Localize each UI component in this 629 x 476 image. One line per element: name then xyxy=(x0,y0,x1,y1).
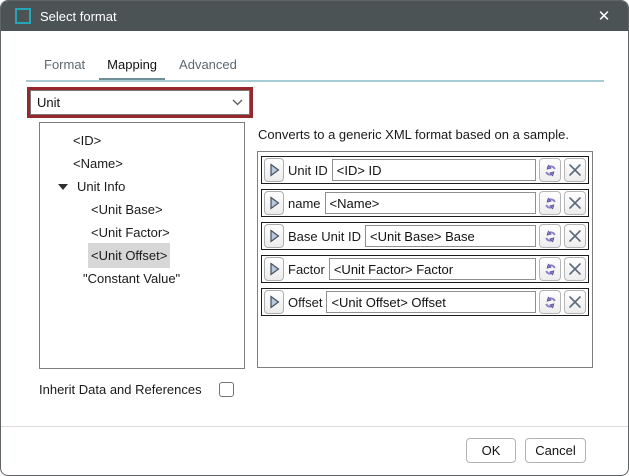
tab-mapping[interactable]: Mapping xyxy=(99,53,165,76)
delete-x-icon xyxy=(568,229,582,243)
map-sync-button[interactable] xyxy=(539,224,561,248)
map-delete-button[interactable] xyxy=(564,158,586,182)
play-triangle-icon xyxy=(269,229,280,243)
mapping-row-label: Factor xyxy=(288,262,325,277)
expand-row-button[interactable] xyxy=(264,158,284,182)
map-sync-button[interactable] xyxy=(539,257,561,281)
inherit-row: Inherit Data and References xyxy=(39,382,234,397)
delete-x-icon xyxy=(568,196,582,210)
map-delete-button[interactable] xyxy=(564,191,586,215)
tree-item-label: <Name> xyxy=(70,151,126,176)
mapping-row-label: Unit ID xyxy=(288,163,328,178)
tab-format[interactable]: Format xyxy=(36,53,93,76)
sync-mapping-icon xyxy=(543,262,558,277)
tree-item[interactable]: <Unit Factor> xyxy=(40,221,244,244)
map-delete-button[interactable] xyxy=(564,257,586,281)
select-format-dialog: Select format ✕ Format Mapping Advanced … xyxy=(0,0,629,476)
tree-item-label: Unit Info xyxy=(74,174,128,199)
tree-item-label: "Constant Value" xyxy=(80,266,183,291)
expand-row-button[interactable] xyxy=(264,191,284,215)
mapping-value-input[interactable] xyxy=(326,291,536,313)
mapping-row: Base Unit ID xyxy=(261,222,589,250)
footer-divider xyxy=(1,426,628,427)
map-delete-button[interactable] xyxy=(564,224,586,248)
tree-item-label: <Unit Base> xyxy=(88,197,166,222)
sync-mapping-icon xyxy=(543,163,558,178)
mapping-value-input[interactable] xyxy=(365,225,536,247)
delete-x-icon xyxy=(568,295,582,309)
sync-mapping-icon xyxy=(543,196,558,211)
play-triangle-icon xyxy=(269,295,280,309)
sync-mapping-icon xyxy=(543,229,558,244)
expand-row-button[interactable] xyxy=(264,257,284,281)
map-sync-button[interactable] xyxy=(539,290,561,314)
mapping-value-input[interactable] xyxy=(325,192,536,214)
inherit-label: Inherit Data and References xyxy=(39,382,202,397)
mapping-row-label: Offset xyxy=(288,295,322,310)
title-bar: Select format ✕ xyxy=(1,1,628,31)
mapping-row: Offset xyxy=(261,288,589,316)
tree-item[interactable]: Unit Info xyxy=(40,175,244,198)
mapping-row: Unit ID xyxy=(261,156,589,184)
mapping-description: Converts to a generic XML format based o… xyxy=(258,127,598,142)
inherit-checkbox[interactable] xyxy=(219,382,234,397)
map-delete-button[interactable] xyxy=(564,290,586,314)
tree-item[interactable]: <Name> xyxy=(40,152,244,175)
format-dropdown[interactable]: Unit xyxy=(30,90,250,115)
play-triangle-icon xyxy=(269,262,280,276)
mapping-row-label: name xyxy=(288,196,321,211)
mapping-value-input[interactable] xyxy=(332,159,536,181)
mapping-row: Factor xyxy=(261,255,589,283)
tree-item-label: <Unit Factor> xyxy=(88,220,173,245)
format-dropdown-highlight: Unit xyxy=(27,87,253,118)
tab-bar: Format Mapping Advanced xyxy=(36,53,251,76)
cancel-button[interactable]: Cancel xyxy=(525,438,586,463)
mapping-row-label: Base Unit ID xyxy=(288,229,361,244)
app-icon xyxy=(15,8,31,24)
tree-item[interactable]: "Constant Value" xyxy=(40,267,244,290)
map-sync-button[interactable] xyxy=(539,191,561,215)
play-triangle-icon xyxy=(269,163,280,177)
tree-item[interactable]: <Unit Offset> xyxy=(40,244,244,267)
tree-item-label: <Unit Offset> xyxy=(88,243,170,268)
delete-x-icon xyxy=(568,262,582,276)
play-triangle-icon xyxy=(269,196,280,210)
window-title: Select format xyxy=(40,9,117,24)
mapping-row: name xyxy=(261,189,589,217)
ok-button[interactable]: OK xyxy=(466,438,516,463)
mapping-value-input[interactable] xyxy=(329,258,536,280)
map-sync-button[interactable] xyxy=(539,158,561,182)
expand-row-button[interactable] xyxy=(264,224,284,248)
tab-divider-line xyxy=(26,80,604,82)
tree-item[interactable]: <Unit Base> xyxy=(40,198,244,221)
triangle-down-icon xyxy=(58,184,68,190)
close-icon: ✕ xyxy=(598,7,611,25)
sync-mapping-icon xyxy=(543,295,558,310)
tree-item[interactable]: <ID> xyxy=(40,129,244,152)
mapping-rows-panel: Unit ID name xyxy=(257,151,593,368)
tree-item-label: <ID> xyxy=(70,128,104,153)
expand-row-button[interactable] xyxy=(264,290,284,314)
delete-x-icon xyxy=(568,163,582,177)
close-button[interactable]: ✕ xyxy=(586,1,622,31)
format-dropdown-value: Unit xyxy=(37,95,60,110)
chevron-down-icon xyxy=(232,99,243,106)
sample-tree: <ID> <Name> Unit Info <Unit Base> <Unit … xyxy=(39,122,245,369)
tab-advanced[interactable]: Advanced xyxy=(171,53,245,76)
